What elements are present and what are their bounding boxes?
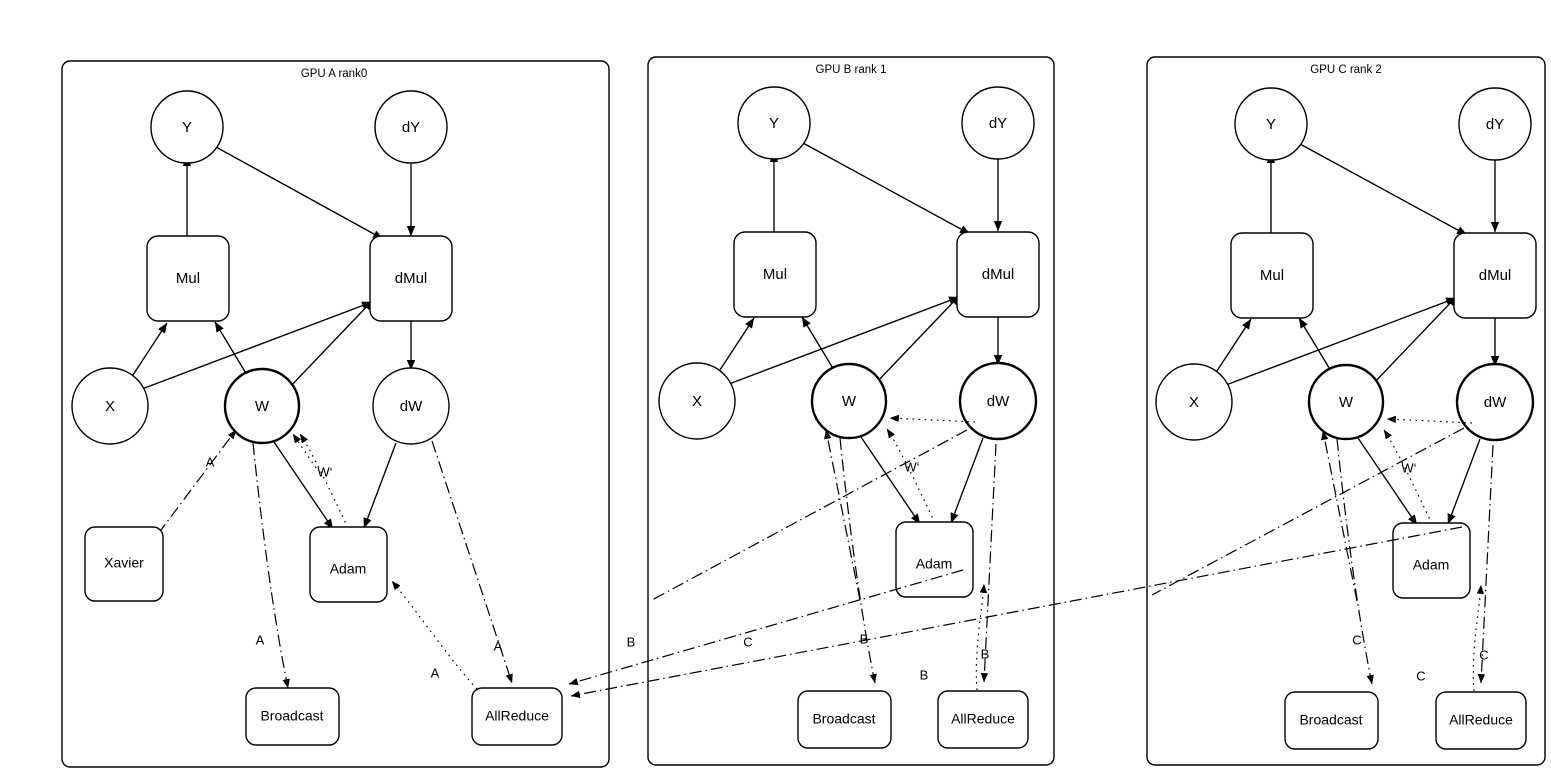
node-c-adam-label: Adam [1413,557,1450,573]
node-a-dmul-label: dMul [395,270,428,287]
edge-label-c-allreduce-adam: C [1416,668,1425,683]
panel-gpu-c-title: GPU C rank 2 [1310,64,1382,76]
node-c-x-label: X [1189,394,1199,411]
node-b-mul-label: Mul [763,266,787,283]
edge-label-cross-b: B [627,634,636,649]
node-c-dw-label: dW [1484,394,1507,411]
node-a-dw-label: dW [400,398,423,415]
panel-gpu-a-title: GPU A rank0 [301,68,367,80]
node-a-x-label: X [105,398,115,415]
node-c-dy-label: dY [1486,116,1504,133]
panel-gpu-b-title: GPU B rank 1 [816,64,887,76]
node-b-adam-label: Adam [916,556,953,572]
node-a-y-label: Y [182,119,192,136]
edge-label-c-dw-allreduce: C [1479,647,1488,662]
node-b-dw-label: dW [987,393,1010,410]
node-b-broadcast-label: Broadcast [812,711,875,727]
node-a-adam-label: Adam [330,561,367,577]
edge-label-a-xavier-w: A [206,454,215,469]
diagram-canvas: GPU A rank0 W‘ A A A A Y dY Mul dMul X W… [0,0,1551,773]
node-a-mul-label: Mul [176,270,200,287]
edge-label-b-allreduce-adam: B [920,667,929,682]
node-b-w-label: W [842,393,857,410]
gpu-dataflow-diagram: GPU A rank0 W‘ A A A A Y dY Mul dMul X W… [61,56,1546,768]
panel-gpu-a[interactable]: GPU A rank0 W‘ A A A A Y dY Mul dMul X W… [61,60,610,768]
node-a-allreduce-label: AllReduce [485,708,549,724]
node-a-broadcast-label: Broadcast [260,708,323,724]
edge-label-b-w-prime: W‘ [904,459,919,474]
edge-label-a-w-prime: W‘ [317,464,332,479]
node-b-y-label: Y [769,115,779,132]
edge-label-c-w-broadcast: C [1352,632,1361,647]
edge-label-a-dw-allreduce: A [494,638,503,653]
node-a-dy-label: dY [402,119,420,136]
edge-label-b-dw-allreduce: B [981,646,990,661]
node-c-allreduce-label: AllReduce [1449,712,1513,728]
edge-label-a-allreduce-adam: A [431,665,440,680]
node-b-x-label: X [692,393,702,410]
edge-label-a-w-broadcast: A [256,632,265,647]
node-c-broadcast-label: Broadcast [1299,712,1362,728]
edge-label-b-w-broadcast: B [860,631,869,646]
node-c-mul-label: Mul [1260,267,1284,284]
edge-label-cross-c: C [743,634,752,649]
node-a-w-label: W [255,398,270,415]
node-b-dy-label: dY [989,115,1007,132]
node-a-xavier-label: Xavier [104,555,144,571]
edge-label-c-w-prime: W‘ [1401,460,1416,475]
node-c-y-label: Y [1266,116,1276,133]
panel-gpu-c[interactable]: GPU C rank 2 W‘ C C C Y dY Mul dMul X W [1146,56,1546,766]
node-c-w-label: W [1339,394,1354,411]
node-b-allreduce-label: AllReduce [951,711,1015,727]
node-c-dmul-label: dMul [1479,267,1512,284]
node-b-dmul-label: dMul [982,266,1015,283]
panel-gpu-b[interactable]: GPU B rank 1 W‘ B B B Y dY Mul dMul X W [647,56,1055,766]
